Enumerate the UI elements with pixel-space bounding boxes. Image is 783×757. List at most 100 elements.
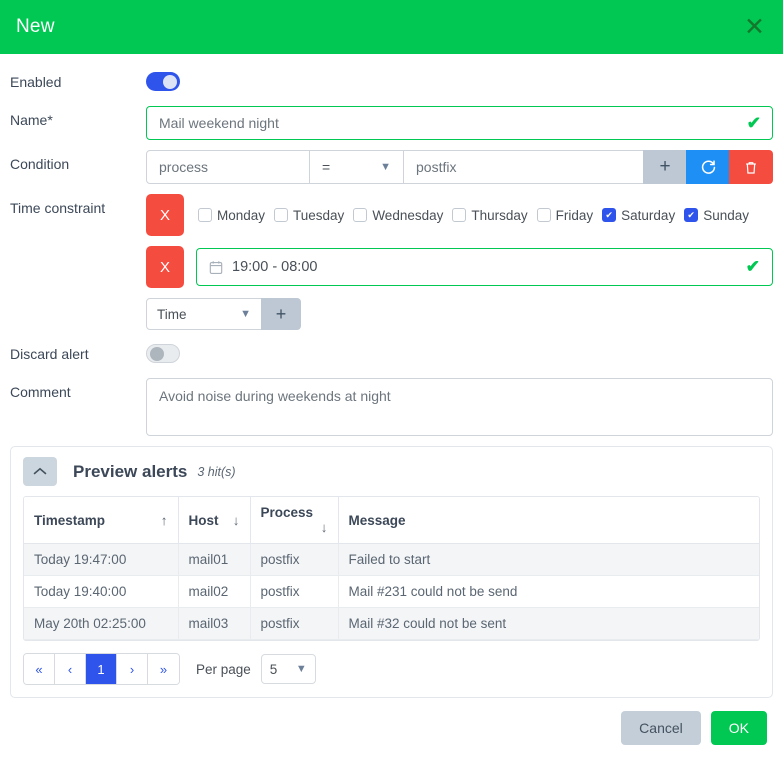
table-head: Timestamp ↑ Host ↓ Process ↓ Message bbox=[24, 497, 759, 544]
cell-timestamp: Today 19:47:00 bbox=[24, 543, 179, 576]
condition-input-group: process = ▼ postfix + bbox=[146, 150, 773, 184]
time-constraint-label: Time constraint bbox=[10, 200, 106, 216]
table-row[interactable]: May 20th 02:25:00 mail03 postfix Mail #3… bbox=[24, 607, 759, 640]
add-constraint-button[interactable]: + bbox=[261, 298, 301, 330]
day-checkbox-sunday[interactable]: Sunday bbox=[684, 208, 749, 223]
constraint-type-select[interactable]: Time ▼ bbox=[146, 298, 262, 330]
column-header-message[interactable]: Message bbox=[338, 497, 759, 544]
preview-alerts-table: Timestamp ↑ Host ↓ Process ↓ Message Tod… bbox=[24, 497, 759, 640]
day-checkbox-monday[interactable]: Monday bbox=[198, 208, 265, 223]
dialog-body: Enabled Name* Mail weekend night ✔ Condi… bbox=[0, 54, 783, 699]
comment-textarea[interactable]: Avoid noise during weekends at night bbox=[146, 378, 773, 436]
day-checkbox-saturday[interactable]: Saturday bbox=[602, 208, 675, 223]
checkbox-icon bbox=[353, 208, 368, 222]
chevron-down-icon: ▼ bbox=[295, 663, 307, 675]
column-header-process[interactable]: Process ↓ bbox=[250, 497, 339, 544]
constraint-type-value: Time bbox=[157, 306, 187, 322]
checkbox-icon bbox=[274, 208, 289, 222]
valid-check-icon: ✔ bbox=[746, 113, 761, 133]
sort-arrow-icon: ↓ bbox=[320, 520, 328, 535]
pagination-first[interactable]: « bbox=[24, 654, 55, 684]
comment-label: Comment bbox=[10, 384, 71, 400]
name-input[interactable]: Mail weekend night bbox=[146, 106, 773, 140]
preview-table-wrap: Timestamp ↑ Host ↓ Process ↓ Message Tod… bbox=[23, 496, 760, 641]
refresh-icon[interactable] bbox=[686, 150, 730, 184]
comment-row: Comment Avoid noise during weekends at n… bbox=[10, 378, 773, 436]
remove-time-constraint-button[interactable]: X bbox=[146, 246, 184, 288]
cell-message: Mail #231 could not be send bbox=[338, 575, 759, 608]
remove-days-constraint-button[interactable]: X bbox=[146, 194, 184, 236]
cell-message: Failed to start bbox=[338, 543, 759, 576]
day-label: Sunday bbox=[703, 207, 749, 223]
cell-host: mail01 bbox=[178, 543, 251, 576]
column-label: Host bbox=[188, 512, 219, 528]
day-label: Friday bbox=[555, 207, 594, 223]
pagination-next[interactable]: › bbox=[117, 654, 148, 684]
sort-arrow-icon: ↓ bbox=[232, 512, 240, 528]
checkbox-icon bbox=[198, 208, 212, 222]
chevron-down-icon: ▼ bbox=[380, 161, 391, 173]
preview-alerts-panel: Preview alerts 3 hit(s) Timestamp ↑ Host bbox=[10, 446, 773, 698]
preview-hits-count: 3 hit(s) bbox=[197, 464, 236, 479]
dialog-header: New ✕ bbox=[0, 0, 783, 54]
preview-title: Preview alerts bbox=[73, 461, 188, 481]
condition-value-text: postfix bbox=[416, 159, 457, 175]
table-row[interactable]: Today 19:47:00 mail01 postfix Failed to … bbox=[24, 543, 759, 576]
time-range-value: 19:00 - 08:00 bbox=[232, 259, 318, 275]
condition-value-input[interactable]: postfix bbox=[403, 150, 644, 184]
checkbox-checked-icon bbox=[684, 208, 699, 222]
pagination-last[interactable]: » bbox=[148, 654, 179, 684]
table-row[interactable]: Today 19:40:00 mail02 postfix Mail #231 … bbox=[24, 575, 759, 608]
cell-message: Mail #32 could not be sent bbox=[338, 607, 759, 640]
cell-timestamp: May 20th 02:25:00 bbox=[24, 607, 179, 640]
time-range-constraint-line: X 19:00 - 08:00 ✔ bbox=[146, 246, 773, 288]
per-page-value: 5 bbox=[269, 661, 278, 677]
table-body: Today 19:47:00 mail01 postfix Failed to … bbox=[24, 543, 759, 640]
per-page-select[interactable]: 5 ▼ bbox=[260, 654, 316, 684]
dialog-footer: Cancel OK bbox=[0, 699, 783, 757]
enabled-label: Enabled bbox=[10, 74, 62, 90]
day-checkbox-friday[interactable]: Friday bbox=[536, 207, 594, 223]
discard-alert-row: Discard alert bbox=[10, 340, 773, 368]
condition-label: Condition bbox=[10, 156, 70, 172]
plus-icon[interactable]: + bbox=[643, 150, 687, 184]
day-checkbox-tuesday[interactable]: Tuesday bbox=[274, 208, 344, 223]
day-label: Thursday bbox=[471, 207, 528, 223]
close-icon[interactable]: ✕ bbox=[742, 14, 767, 40]
new-alert-rule-dialog: New ✕ Enabled Name* Mail weekend night ✔ bbox=[0, 0, 783, 757]
pagination-page-1[interactable]: 1 bbox=[86, 654, 117, 684]
checkbox-icon bbox=[536, 208, 551, 222]
day-label: Tuesday bbox=[293, 207, 345, 223]
column-header-host[interactable]: Host ↓ bbox=[178, 497, 251, 544]
name-input-value: Mail weekend night bbox=[159, 115, 279, 131]
cell-process: postfix bbox=[250, 543, 339, 576]
valid-check-icon: ✔ bbox=[745, 257, 760, 276]
sort-arrow-icon: ↑ bbox=[160, 512, 168, 528]
cell-timestamp: Today 19:40:00 bbox=[24, 575, 179, 608]
ok-button[interactable]: OK bbox=[710, 711, 767, 745]
enabled-row: Enabled bbox=[10, 68, 773, 96]
condition-operator-value: = bbox=[322, 159, 331, 175]
day-checkbox-thursday[interactable]: Thursday bbox=[452, 207, 528, 223]
condition-operator-select[interactable]: = ▼ bbox=[309, 150, 404, 184]
condition-row: Condition process = ▼ postfix + bbox=[10, 150, 773, 184]
enabled-toggle[interactable] bbox=[146, 72, 180, 91]
discard-alert-label: Discard alert bbox=[10, 346, 89, 362]
discard-alert-toggle[interactable] bbox=[146, 344, 180, 363]
trash-icon[interactable] bbox=[729, 150, 773, 184]
checkbox-icon bbox=[452, 208, 467, 222]
enabled-field bbox=[146, 68, 773, 96]
time-range-input[interactable]: 19:00 - 08:00 ✔ bbox=[196, 248, 773, 286]
condition-key-input[interactable]: process bbox=[146, 150, 310, 184]
column-header-timestamp[interactable]: Timestamp ↑ bbox=[24, 497, 179, 544]
weekday-checkbox-group: Monday Tuesday Wednesday Thursday Friday… bbox=[198, 208, 755, 223]
chevron-down-icon: ▼ bbox=[240, 308, 251, 320]
pagination-prev[interactable]: ‹ bbox=[55, 654, 86, 684]
condition-field: process = ▼ postfix + bbox=[146, 150, 773, 184]
chevron-up-icon[interactable] bbox=[23, 457, 57, 486]
comment-field: Avoid noise during weekends at night bbox=[146, 378, 773, 436]
day-label: Wednesday bbox=[372, 207, 444, 223]
cancel-button[interactable]: Cancel bbox=[621, 711, 701, 745]
name-label: Name* bbox=[10, 112, 53, 128]
day-checkbox-wednesday[interactable]: Wednesday bbox=[353, 208, 443, 223]
